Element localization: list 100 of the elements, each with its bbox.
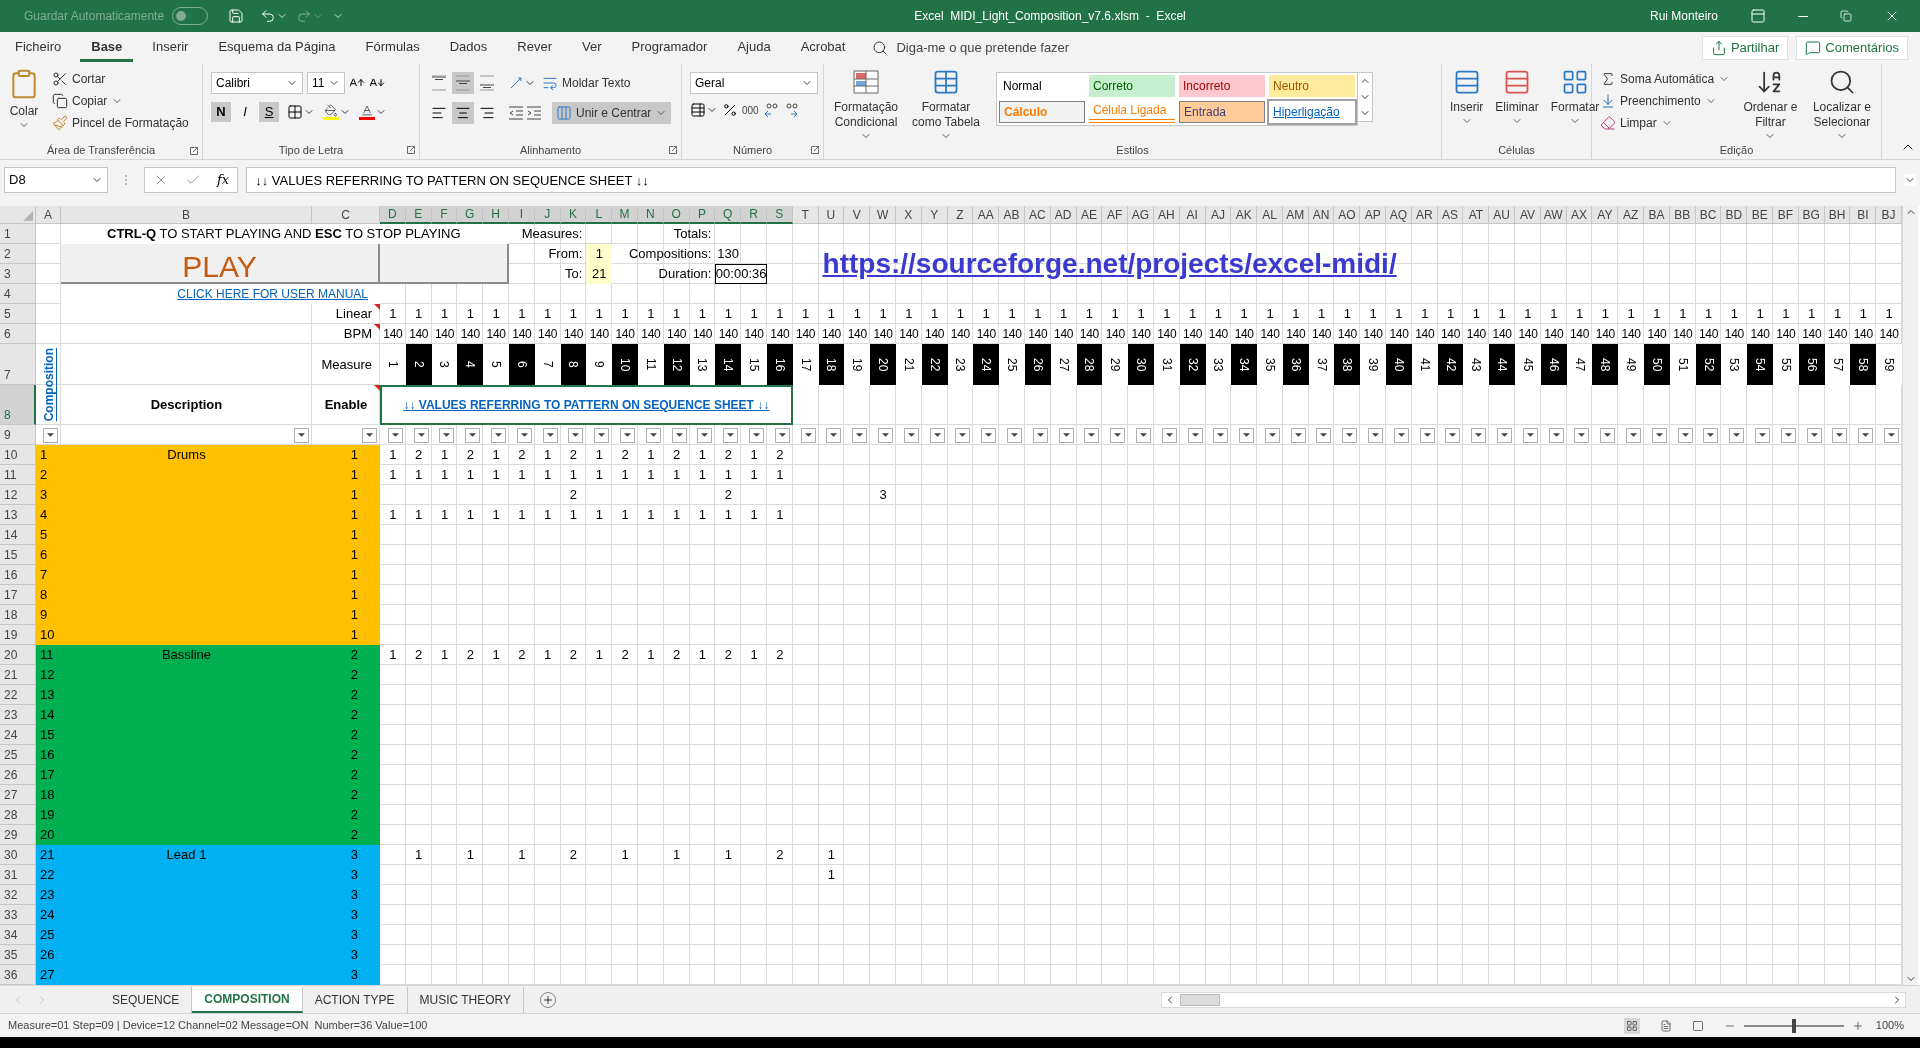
filter-dropdown-button[interactable] — [852, 427, 868, 443]
scrollbar-thumb[interactable] — [1180, 993, 1220, 1006]
filter-dropdown-button[interactable] — [1161, 427, 1177, 443]
filter-dropdown-button[interactable] — [1368, 427, 1384, 443]
filter-dropdown-button[interactable] — [1677, 427, 1693, 443]
formula-field[interactable]: ↓↓ VALUES REFERRING TO PATTERN ON SEQUENCE SHEET ↓↓ — [246, 167, 1896, 193]
filter-dropdown-button[interactable] — [1264, 427, 1280, 443]
comments-button[interactable]: Comentários — [1796, 36, 1908, 60]
row-header[interactable]: 36 — [0, 965, 36, 985]
column-header[interactable]: W — [870, 206, 896, 224]
column-header[interactable]: AS — [1437, 206, 1464, 224]
wrap-text-button[interactable]: Moldar Texto — [538, 72, 635, 94]
font-size-select[interactable]: 11 — [307, 72, 345, 94]
column-header[interactable]: AK — [1231, 206, 1258, 224]
filter-dropdown-button[interactable] — [1832, 427, 1848, 443]
column-header[interactable]: AJ — [1205, 206, 1232, 224]
percent-button[interactable] — [722, 102, 738, 118]
row-header[interactable]: 33 — [0, 905, 36, 925]
filter-dropdown-button[interactable] — [1574, 427, 1590, 443]
row-header[interactable]: 14 — [0, 525, 36, 545]
row-header[interactable]: 13 — [0, 505, 36, 525]
sheet-tab[interactable]: ACTION TYPE — [302, 986, 408, 1013]
column-header[interactable]: AO — [1334, 206, 1361, 224]
filter-dropdown-button[interactable] — [1187, 427, 1203, 443]
column-header[interactable]: Y — [921, 206, 948, 224]
cell-style-option[interactable]: Entrada — [1179, 101, 1265, 123]
sheet-tab[interactable]: MUSIC THEORY — [407, 986, 525, 1013]
filter-dropdown-button[interactable] — [542, 427, 558, 443]
filter-dropdown-button[interactable] — [1135, 427, 1151, 443]
filter-dropdown-button[interactable] — [877, 427, 893, 443]
column-header[interactable]: V — [844, 206, 871, 224]
ribbon-tab[interactable]: Ajuda — [726, 34, 782, 62]
ribbon-tab[interactable]: Programador — [620, 34, 719, 62]
filter-dropdown-button[interactable] — [1006, 427, 1022, 443]
row-header[interactable]: 30 — [0, 845, 36, 865]
filter-dropdown-button[interactable] — [981, 427, 997, 443]
column-header[interactable]: AQ — [1386, 206, 1412, 224]
row-header[interactable]: 15 — [0, 545, 36, 565]
column-header[interactable]: AI — [1179, 206, 1206, 224]
filter-dropdown-button[interactable] — [1419, 427, 1435, 443]
column-header[interactable]: BJ — [1876, 206, 1902, 224]
row-header[interactable]: 31 — [0, 865, 36, 885]
filter-dropdown-button[interactable] — [1239, 427, 1255, 443]
column-header[interactable]: BG — [1798, 206, 1825, 224]
bold-button[interactable]: N — [211, 102, 231, 122]
find-select-button[interactable]: Localizar e Selecionar — [1806, 68, 1877, 142]
filter-dropdown-button[interactable] — [1110, 427, 1126, 443]
row-header[interactable]: 22 — [0, 685, 36, 705]
row-header[interactable]: 2 — [0, 244, 36, 264]
filter-dropdown-button[interactable] — [294, 427, 309, 443]
share-button[interactable]: Partilhar — [1701, 36, 1789, 60]
filter-dropdown-button[interactable] — [903, 427, 919, 443]
filter-dropdown-button[interactable] — [1471, 427, 1487, 443]
cell-style-option[interactable]: Incorreto — [1179, 75, 1265, 97]
filter-dropdown-button[interactable] — [1651, 427, 1667, 443]
filter-dropdown-button[interactable] — [1497, 427, 1513, 443]
save-button[interactable] — [228, 8, 245, 24]
underline-button[interactable]: S — [259, 102, 279, 122]
normal-view-button[interactable] — [1623, 1017, 1640, 1034]
filter-dropdown-button[interactable] — [594, 427, 610, 443]
ribbon-display-button[interactable] — [1750, 8, 1766, 24]
filter-dropdown-button[interactable] — [1806, 427, 1822, 443]
cell-style-option[interactable]: Hiperligação — [1269, 101, 1355, 123]
thousands-button[interactable]: 000 — [742, 102, 759, 118]
filter-dropdown-button[interactable] — [465, 427, 481, 443]
column-header[interactable]: G — [457, 206, 484, 224]
column-header[interactable]: C — [312, 206, 380, 224]
horizontal-scrollbar[interactable] — [1161, 991, 1906, 1008]
filter-dropdown-button[interactable] — [774, 427, 790, 443]
filter-dropdown-button[interactable] — [439, 427, 455, 443]
row-header[interactable]: 16 — [0, 565, 36, 585]
format-as-table-button[interactable]: Formatar como Tabela — [908, 68, 984, 142]
row-header[interactable]: 18 — [0, 605, 36, 625]
filter-dropdown-button[interactable] — [1626, 427, 1642, 443]
dialog-launcher-icon[interactable] — [811, 146, 819, 154]
italic-button[interactable]: I — [235, 102, 255, 122]
column-header[interactable]: BB — [1669, 206, 1696, 224]
row-header[interactable]: 6 — [0, 324, 36, 344]
filter-dropdown-button[interactable] — [929, 427, 945, 443]
ribbon-tab[interactable]: Rever — [506, 34, 563, 62]
column-header[interactable]: BF — [1773, 206, 1799, 224]
row-header[interactable]: 5 — [0, 304, 36, 324]
column-header[interactable]: B — [61, 206, 312, 224]
ribbon-tab[interactable]: Esquema da Página — [207, 34, 347, 62]
filter-dropdown-button[interactable] — [1858, 427, 1874, 443]
column-header[interactable]: J — [534, 206, 561, 224]
column-header[interactable]: AZ — [1618, 206, 1645, 224]
column-header[interactable]: Z — [947, 206, 974, 224]
column-header[interactable]: F — [431, 206, 458, 224]
filter-dropdown-button[interactable] — [1316, 427, 1332, 443]
column-header[interactable]: O — [663, 206, 690, 224]
column-header[interactable]: P — [689, 206, 716, 224]
decrease-indent-button[interactable] — [508, 105, 524, 121]
filter-dropdown-button[interactable] — [800, 427, 816, 443]
row-header[interactable]: 3 — [0, 264, 36, 284]
row-header[interactable]: 20 — [0, 645, 36, 665]
filter-dropdown-button[interactable] — [723, 427, 739, 443]
ribbon-tab[interactable]: Dados — [438, 34, 499, 62]
vertical-scrollbar[interactable] — [1902, 206, 1918, 985]
filter-dropdown-button[interactable] — [1780, 427, 1796, 443]
